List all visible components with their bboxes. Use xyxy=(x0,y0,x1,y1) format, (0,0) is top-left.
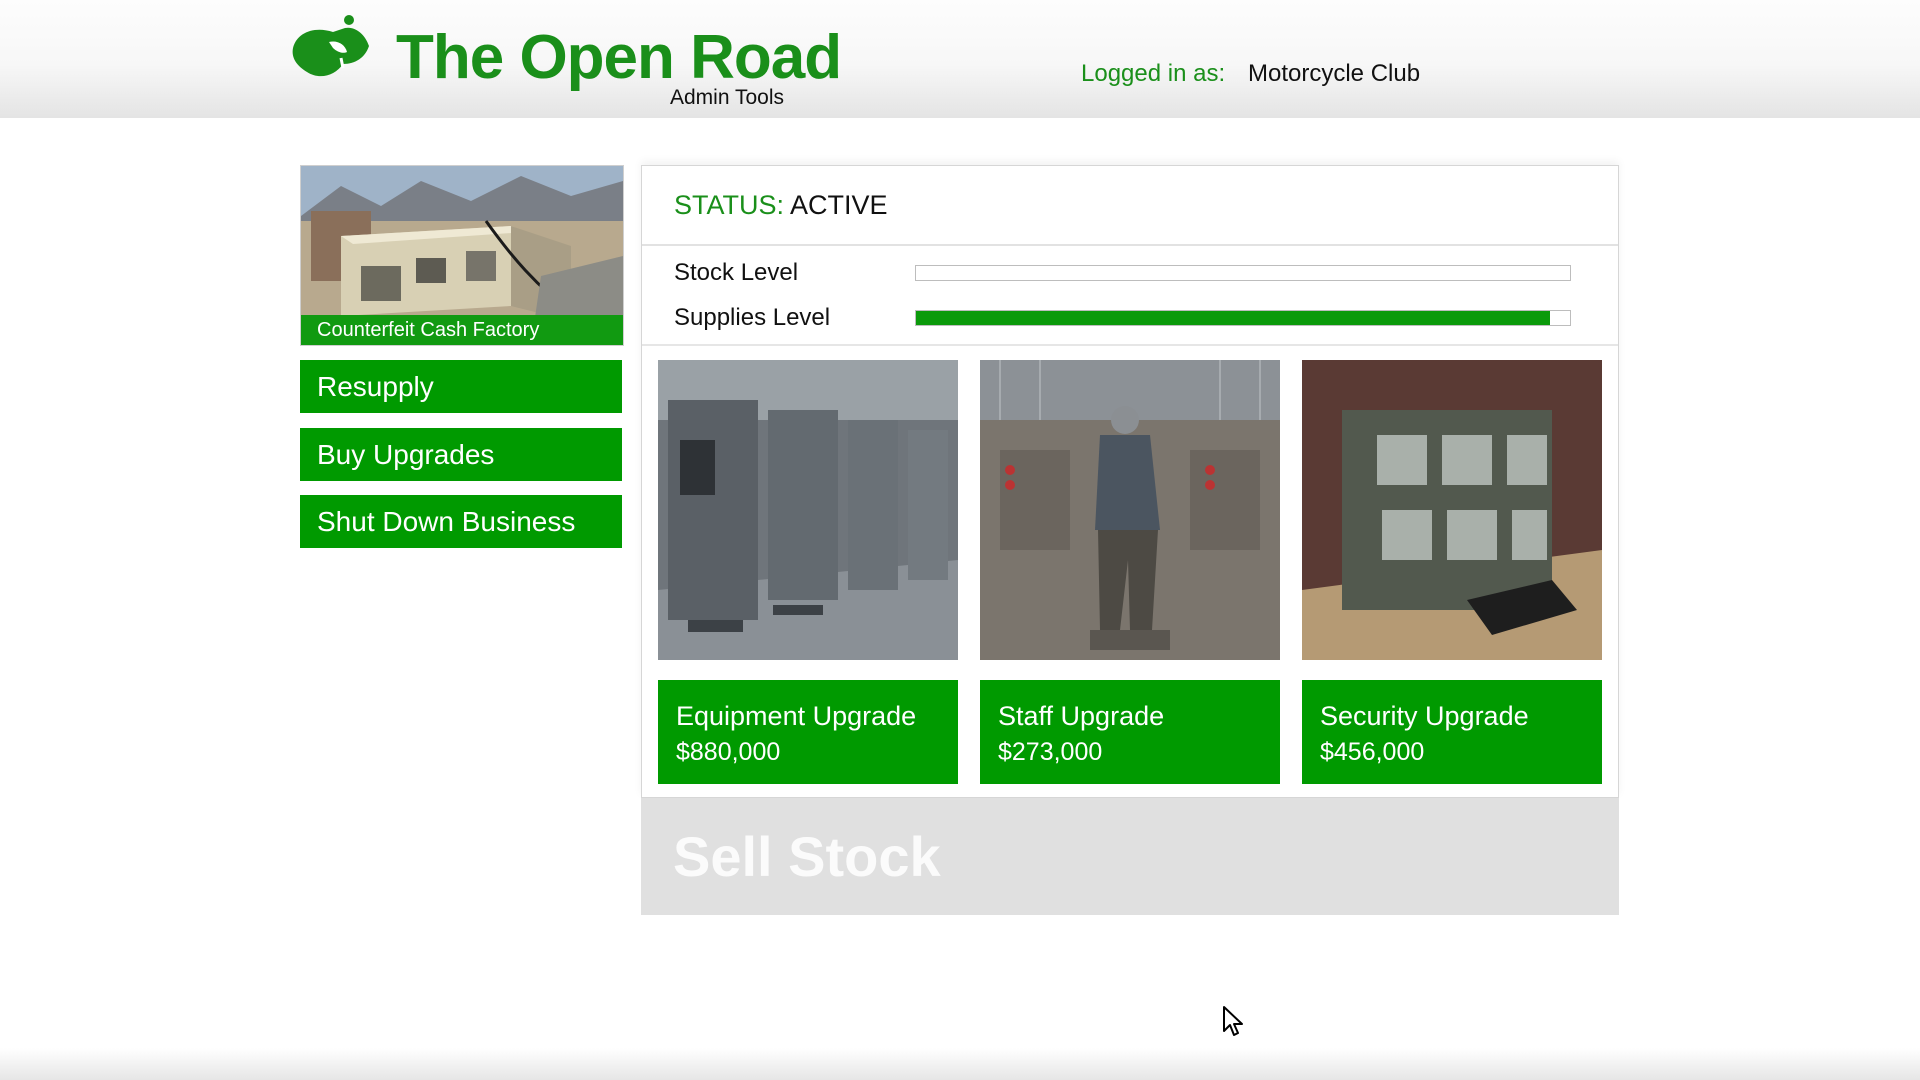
bike-leaf-logo-icon xyxy=(292,15,369,77)
business-panel: STATUS: ACTIVE Stock Level Supplies Leve… xyxy=(641,165,1619,798)
equipment-upgrade-name: Equipment Upgrade xyxy=(676,701,917,731)
sell-stock-button[interactable]: Sell Stock xyxy=(641,798,1619,915)
security-upgrade-image xyxy=(1302,360,1602,660)
security-upgrade-button[interactable]: Security Upgrade $456,000 xyxy=(1302,680,1602,784)
status-value: ACTIVE xyxy=(790,190,888,220)
divider xyxy=(642,344,1618,346)
top-header: The Open Road Admin Tools Logged in as: … xyxy=(0,0,1920,118)
buy-upgrades-button[interactable]: Buy Upgrades xyxy=(300,428,622,481)
brand-subtitle: Admin Tools xyxy=(670,86,785,109)
supplies-level-fill xyxy=(916,311,1551,325)
staff-upgrade-price: $273,000 xyxy=(998,738,1103,766)
equipment-upgrade-image xyxy=(658,360,958,660)
equipment-upgrade-button[interactable]: Equipment Upgrade $880,000 xyxy=(658,680,958,784)
login-label: Logged in as: xyxy=(1081,60,1226,87)
shut-down-business-button[interactable]: Shut Down Business xyxy=(300,495,622,548)
staff-upgrade-name: Staff Upgrade xyxy=(998,701,1165,731)
status-label: STATUS: xyxy=(674,190,785,220)
equipment-upgrade-price: $880,000 xyxy=(676,738,781,766)
supplies-level-label: Supplies Level xyxy=(674,304,831,331)
staff-upgrade-image xyxy=(980,360,1280,660)
stock-level-label: Stock Level xyxy=(674,259,799,286)
resupply-button[interactable]: Resupply xyxy=(300,360,622,413)
security-upgrade-name: Security Upgrade xyxy=(1320,701,1529,731)
supplies-level-bar xyxy=(915,310,1571,326)
staff-upgrade-button[interactable]: Staff Upgrade $273,000 xyxy=(980,680,1280,784)
login-username: Motorcycle Club xyxy=(1248,60,1421,87)
bottom-edge xyxy=(0,1048,1920,1080)
status-row: STATUS: ACTIVE xyxy=(642,166,1618,246)
mouse-pointer-icon xyxy=(1223,1006,1243,1036)
stock-level-bar xyxy=(915,265,1571,281)
brand-title: The Open Road xyxy=(396,23,842,92)
business-thumbnail: Counterfeit Cash Factory xyxy=(300,165,624,346)
business-name: Counterfeit Cash Factory xyxy=(301,315,623,345)
sell-stock-label: Sell Stock xyxy=(673,825,941,888)
security-upgrade-price: $456,000 xyxy=(1320,738,1425,766)
